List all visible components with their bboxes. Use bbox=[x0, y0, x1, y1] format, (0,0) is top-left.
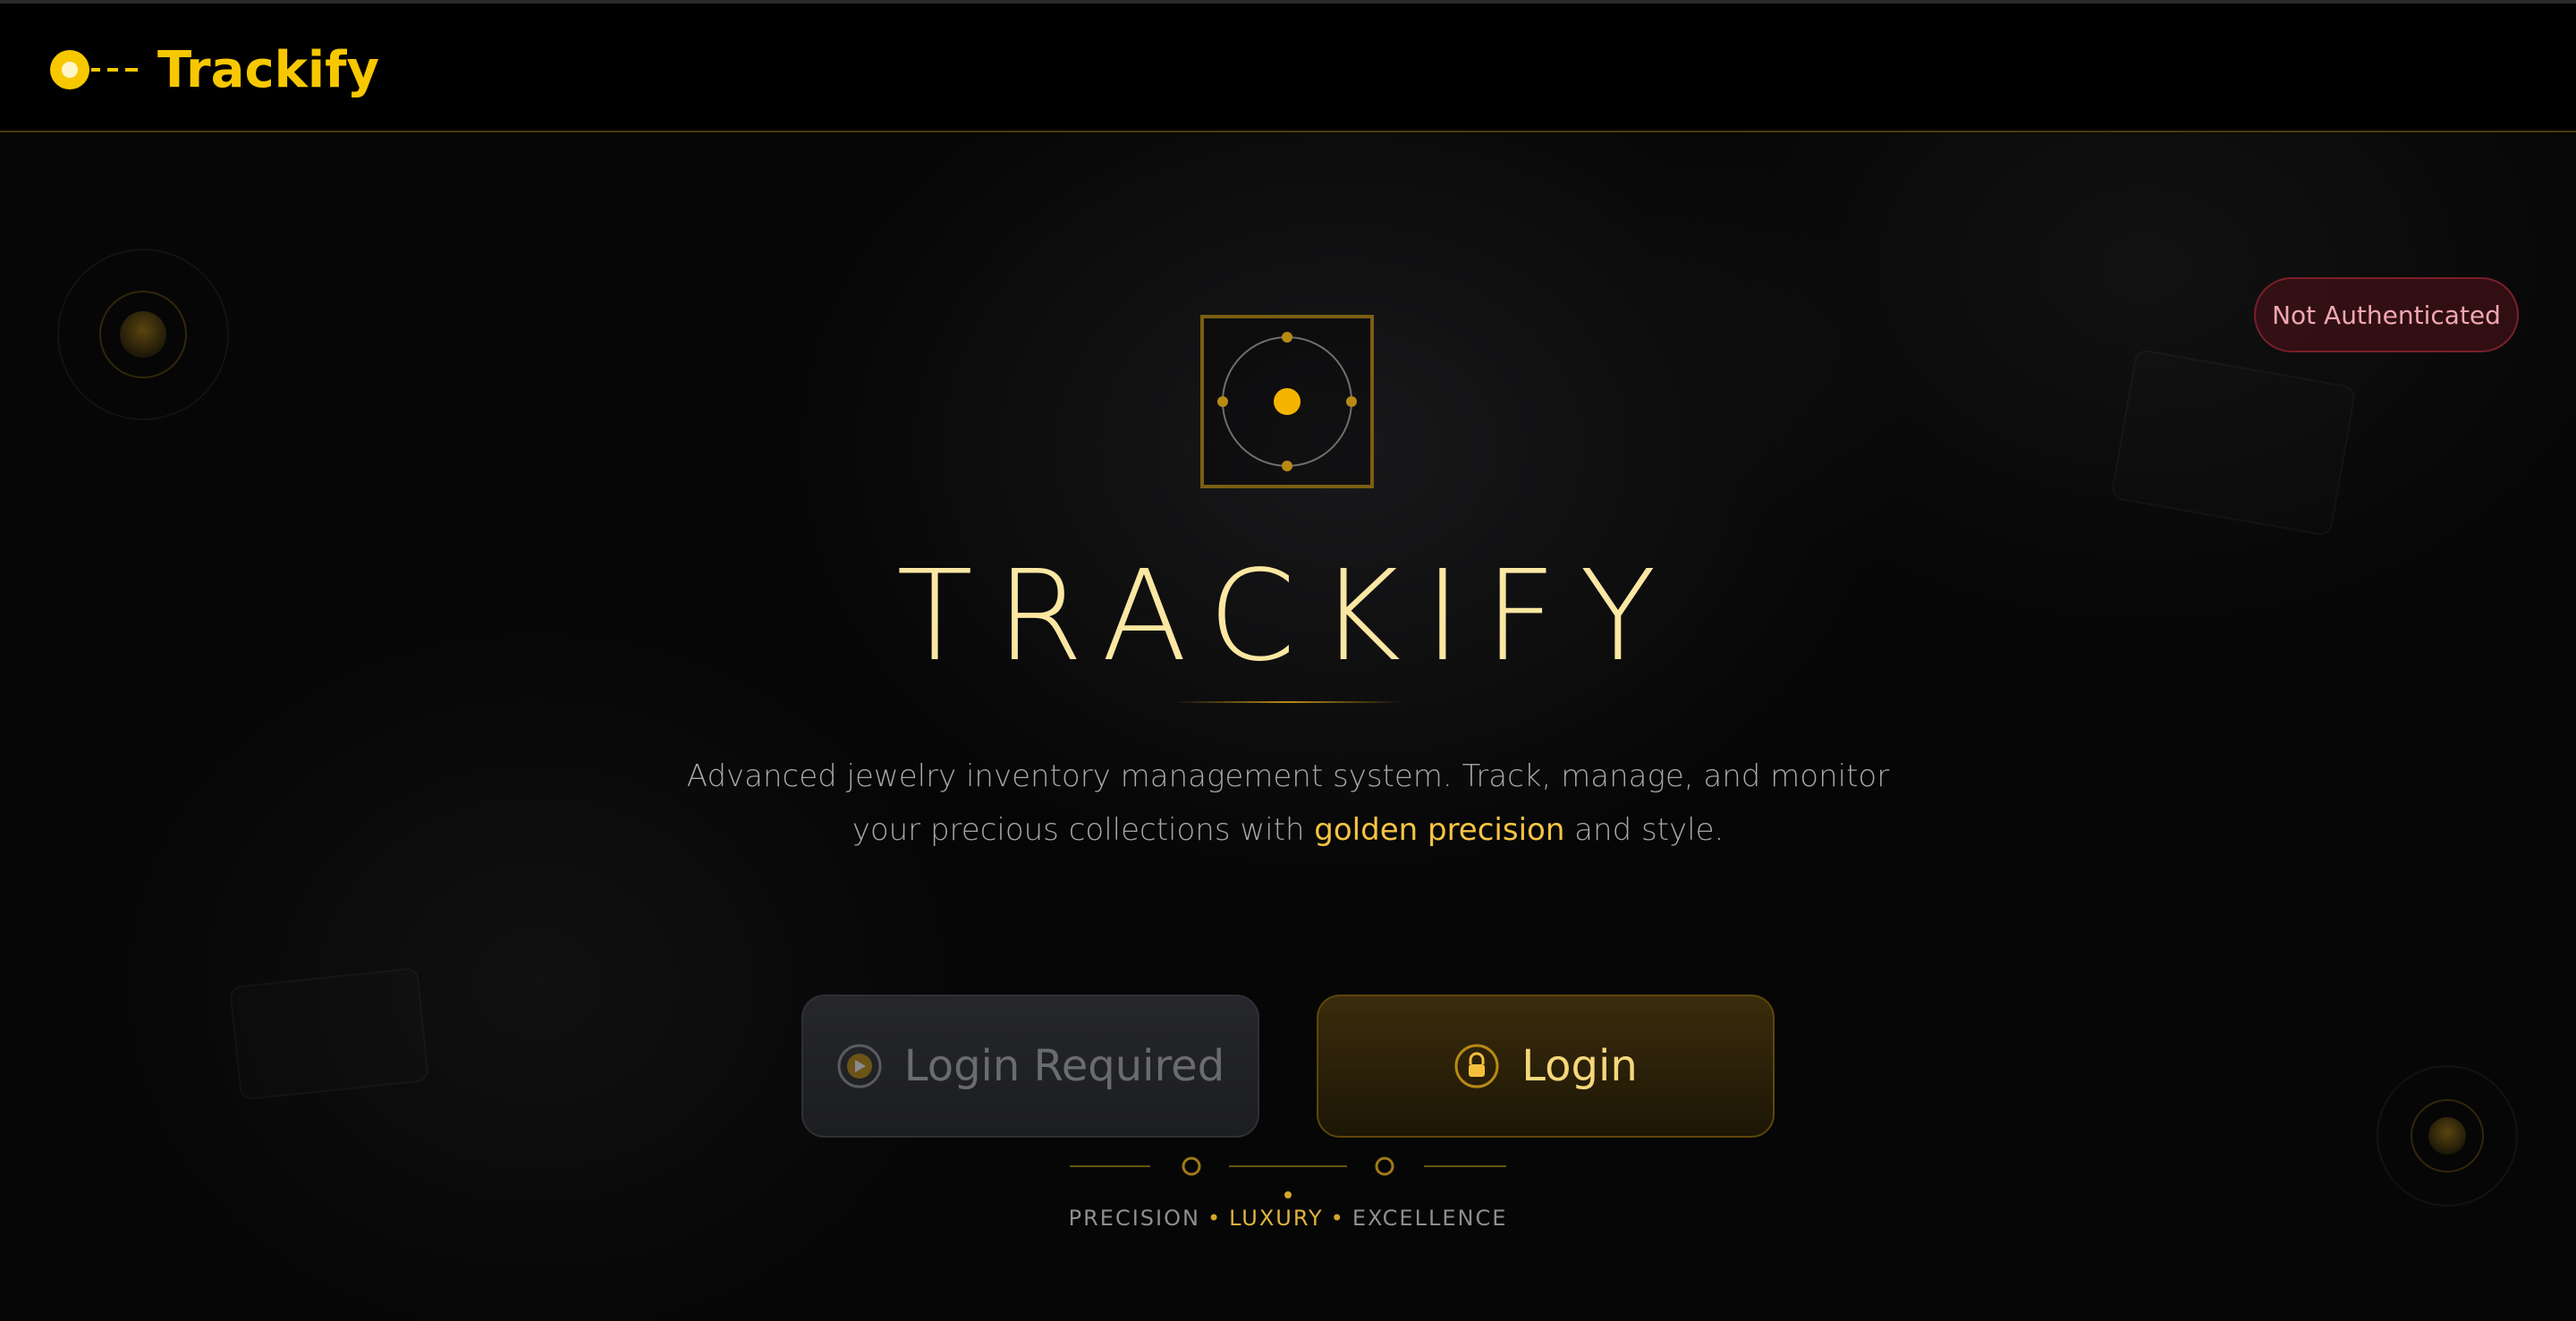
tagline-highlight: golden precision bbox=[1314, 812, 1565, 848]
motto-word: LUXURY bbox=[1229, 1206, 1324, 1231]
divider-ornament bbox=[1070, 1156, 1506, 1198]
tagline-text-end: and style. bbox=[1564, 812, 1724, 848]
lock-icon bbox=[1454, 1044, 1499, 1088]
hero-tagline: Advanced jewelry inventory management sy… bbox=[680, 749, 1896, 857]
login-label: Login bbox=[1521, 1041, 1638, 1091]
brand[interactable]: Trackify bbox=[48, 34, 379, 106]
motto-word: PRECISION bbox=[1068, 1206, 1200, 1231]
brand-name: Trackify bbox=[157, 40, 379, 99]
motto-separator: • bbox=[1330, 1206, 1345, 1231]
decorative-orb-icon bbox=[57, 249, 229, 420]
decorative-card bbox=[229, 967, 429, 1100]
top-header: Trackify bbox=[0, 4, 2576, 132]
auth-status-badge: Not Authenticated bbox=[2254, 277, 2519, 352]
tracker-logo-icon bbox=[50, 50, 138, 89]
tracking-target-icon bbox=[1200, 315, 1374, 488]
landing-page: Trackify Not Authenticated TRACKIFY Adva… bbox=[0, 0, 2576, 1321]
login-required-button[interactable]: Login Required bbox=[801, 995, 1259, 1138]
login-required-label: Login Required bbox=[903, 1041, 1225, 1091]
decorative-card bbox=[2110, 349, 2357, 538]
motto-word: EXCELLENCE bbox=[1352, 1206, 1508, 1231]
login-button[interactable]: Login bbox=[1317, 995, 1775, 1138]
decorative-orb-icon bbox=[2377, 1065, 2518, 1207]
motto-separator: • bbox=[1207, 1206, 1223, 1231]
play-icon bbox=[837, 1044, 882, 1088]
hero-divider bbox=[1174, 701, 1402, 703]
brand-motto: PRECISION • LUXURY • EXCELLENCE bbox=[0, 1206, 2576, 1231]
hero-title: TRACKIFY bbox=[896, 544, 1680, 690]
